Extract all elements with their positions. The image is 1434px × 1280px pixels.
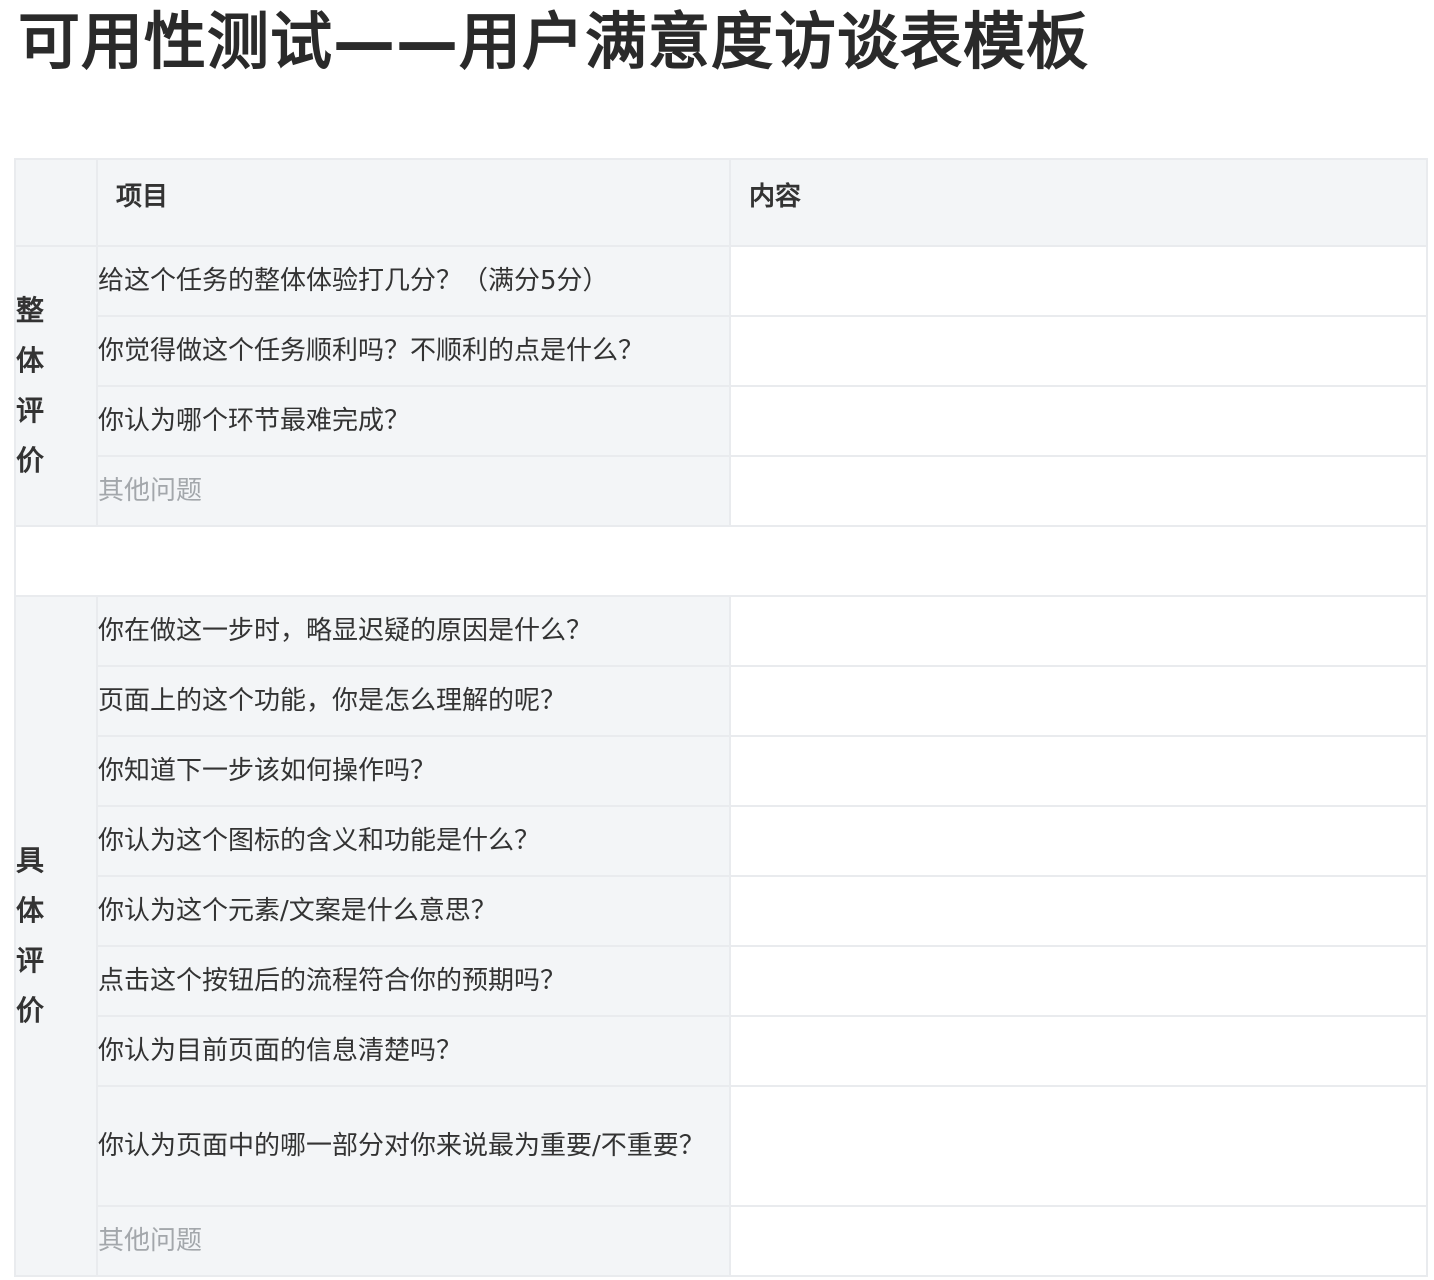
answer-cell[interactable]	[729, 1085, 1428, 1207]
table-row: 你认为页面中的哪一部分对你来说最为重要/不重要？	[15, 1085, 1428, 1207]
question-cell: 你知道下一步该如何操作吗？	[96, 735, 731, 807]
section-spacer-cell	[14, 525, 1428, 597]
question-cell: 页面上的这个功能，你是怎么理解的呢？	[96, 665, 731, 737]
table-row: 页面上的这个功能，你是怎么理解的呢？	[15, 665, 1428, 737]
header-content: 内容	[729, 158, 1428, 247]
question-cell: 你认为这个元素/文案是什么意思？	[96, 875, 731, 947]
interview-table-container: 项目 内容 整体评价 给这个任务的整体体验打几分？（满分5分） 你觉得做这个任务顺利…	[14, 158, 1428, 1277]
answer-cell[interactable]	[729, 875, 1428, 947]
other-questions-cell: 其他问题	[96, 1205, 731, 1277]
question-cell: 给这个任务的整体体验打几分？（满分5分）	[96, 245, 731, 317]
table-row: 你知道下一步该如何操作吗？	[15, 735, 1428, 807]
table-header-row: 项目 内容	[14, 158, 1428, 247]
question-cell: 你在做这一步时，略显迟疑的原因是什么？	[96, 595, 731, 667]
table-row: 点击这个按钮后的流程符合你的预期吗？	[15, 945, 1428, 1017]
answer-cell[interactable]	[729, 385, 1428, 457]
header-item: 项目	[96, 158, 731, 247]
question-cell: 点击这个按钮后的流程符合你的预期吗？	[96, 945, 731, 1017]
section-category-2: 具体评价	[14, 595, 98, 1277]
answer-cell[interactable]	[729, 945, 1428, 1017]
table-row: 你认为哪个环节最难完成？	[15, 385, 1428, 457]
section-spacer	[14, 525, 1428, 597]
answer-cell[interactable]	[729, 805, 1428, 877]
page-title: 可用性测试——用户满意度访谈表模板	[18, 5, 1090, 78]
answer-cell[interactable]	[729, 595, 1428, 667]
answer-cell[interactable]	[729, 245, 1428, 317]
section-category-label: 整体评价	[16, 294, 45, 477]
interview-table: 项目 内容 整体评价 给这个任务的整体体验打几分？（满分5分） 你觉得做这个任务顺利…	[14, 158, 1428, 1277]
section-category-label: 具体评价	[16, 844, 45, 1027]
table-row: 你认为目前页面的信息清楚吗？	[15, 1015, 1428, 1087]
table-row: 整体评价 给这个任务的整体体验打几分？（满分5分）	[14, 245, 1428, 527]
table-row: 其他问题	[15, 455, 1428, 527]
table-row: 具体评价 你在做这一步时，略显迟疑的原因是什么？	[14, 595, 1428, 1277]
table-row: 其他问题	[15, 1205, 1428, 1277]
answer-cell[interactable]	[729, 315, 1428, 387]
table-row: 你认为这个元素/文案是什么意思？	[15, 875, 1428, 947]
header-category	[14, 158, 98, 247]
answer-cell[interactable]	[729, 1205, 1428, 1277]
answer-cell[interactable]	[729, 665, 1428, 737]
question-cell: 你认为目前页面的信息清楚吗？	[96, 1015, 731, 1087]
question-cell: 你觉得做这个任务顺利吗？不顺利的点是什么？	[96, 315, 731, 387]
question-cell: 你认为这个图标的含义和功能是什么？	[96, 805, 731, 877]
question-cell: 你认为页面中的哪一部分对你来说最为重要/不重要？	[96, 1085, 731, 1207]
table-row: 你认为这个图标的含义和功能是什么？	[15, 805, 1428, 877]
question-cell: 你认为哪个环节最难完成？	[96, 385, 731, 457]
section-category-1: 整体评价	[14, 245, 98, 527]
other-questions-cell: 其他问题	[96, 455, 731, 527]
answer-cell[interactable]	[729, 455, 1428, 527]
table-row: 你觉得做这个任务顺利吗？不顺利的点是什么？	[15, 315, 1428, 387]
answer-cell[interactable]	[729, 1015, 1428, 1087]
answer-cell[interactable]	[729, 735, 1428, 807]
